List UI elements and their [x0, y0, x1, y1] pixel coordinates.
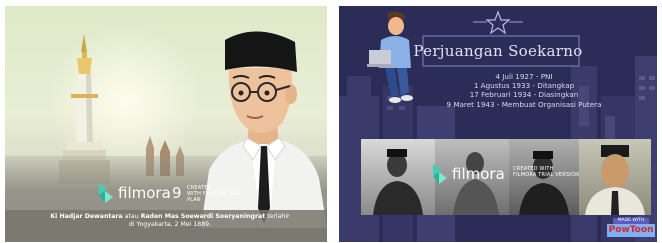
caption-tail: terlahir: [265, 213, 290, 220]
caption-name-1: Ki Hadjar Dewantara: [50, 213, 123, 220]
timeline-item: 9 Maret 1943 - Membuat Organisasi Putera: [446, 99, 602, 109]
timeline-item: 17 Februari 1934 - Diasingkan: [469, 90, 579, 100]
powtoon-wordmark: PowToon: [607, 224, 655, 237]
caption-line-2: di Yogyakarta, 2 Mei 1889.: [128, 221, 212, 229]
right-video-frame: Perjuangan Soekarno 4 Juli 1927 - PNI 1 …: [339, 6, 657, 242]
filmora-version: 9: [172, 184, 182, 202]
caption-name-2: Raden Mas Soewardi Soeryaningrat: [140, 213, 266, 220]
photo-4: [579, 139, 651, 215]
caption-joiner: atau: [122, 213, 141, 220]
filmora-created-text: CREATED WITH FILMORA FREE PLAN: [187, 185, 242, 203]
filmora-logo-icon: [433, 164, 447, 184]
filmora-created-text: CREATED WITH FILMORA TRIAL VERSION: [513, 166, 580, 178]
left-video-frame: filmora 9 CREATED WITH FILMORA FREE PLAN…: [5, 6, 327, 242]
photo-1: [361, 139, 435, 215]
powtoon-logo: MADE WITH PowToon: [607, 218, 655, 240]
timeline-item: 1 Agustus 1933 - Ditangkap: [473, 81, 575, 91]
timeline-item: 4 Juli 1927 - PNI: [495, 72, 553, 81]
portrait-painting-icon: [585, 145, 645, 215]
filmora-brand: filmora: [452, 165, 505, 183]
subtitle-caption: Ki Hadjar Dewantara atau Raden Mas Soewa…: [25, 213, 315, 230]
portrait-silhouette-icon: [373, 149, 423, 215]
timeline-list: 4 Juli 1927 - PNI 1 Agustus 1933 - Ditan…: [419, 72, 629, 109]
filmora-watermark: filmora CREATED WITH FILMORA TRIAL VERSI…: [431, 162, 581, 188]
page-title: Perjuangan Soekarno: [413, 42, 583, 60]
filmora-watermark: filmora 9 CREATED WITH FILMORA FREE PLAN: [97, 181, 247, 207]
filmora-logo-icon: [99, 183, 113, 203]
filmora-brand: filmora: [118, 184, 171, 202]
